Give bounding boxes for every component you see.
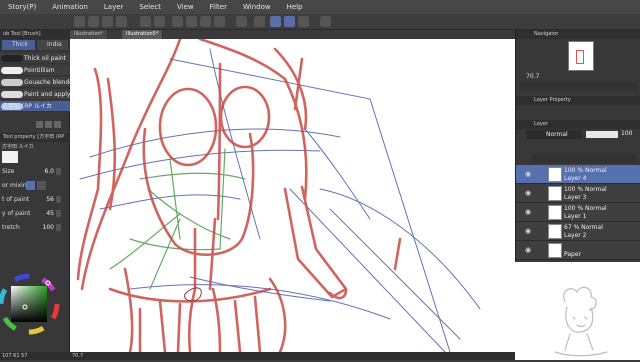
prop-amount-of-paint[interactable]: t of paint 56 (0, 194, 70, 205)
transform-icon[interactable] (186, 16, 197, 27)
brush-item-selected[interactable]: 方宇田 (RP ルイカ (0, 101, 70, 112)
menu-view[interactable]: View (169, 3, 202, 11)
command-bar (0, 14, 640, 30)
tool-property-subtitle: 方宇田 ルイカ (2, 144, 34, 150)
navigator-thumbnail[interactable] (568, 41, 594, 71)
menu-help[interactable]: Help (279, 3, 311, 11)
brush-preview (2, 151, 18, 163)
right-panel: Navigator 70.7 Layer Property Layer Norm… (515, 30, 640, 262)
ruler-icon[interactable] (254, 16, 265, 27)
stepper-icon[interactable] (56, 210, 61, 217)
avatar-doodle (554, 286, 608, 357)
eye-icon[interactable]: ◉ (525, 246, 532, 254)
copy-brush-icon[interactable] (45, 121, 52, 128)
gear-icon[interactable] (172, 16, 183, 27)
snap-special-icon[interactable] (284, 16, 295, 27)
brush-item[interactable]: Paint and apply (0, 89, 70, 100)
stepper-icon[interactable] (56, 224, 61, 231)
save-icon[interactable] (102, 16, 113, 27)
export-icon[interactable] (116, 16, 127, 27)
opacity-slider[interactable] (586, 131, 618, 138)
stepper-icon[interactable] (56, 196, 61, 203)
brush-actions (36, 120, 68, 129)
brush-stroke-preview (1, 55, 23, 62)
brush-stroke-preview (1, 79, 23, 86)
layer-row[interactable]: ◉ 100 % Normal Layer 3 (516, 184, 640, 203)
mix-mode-icon[interactable] (37, 181, 46, 190)
menu-animation[interactable]: Animation (44, 3, 96, 11)
brush-stroke-preview (1, 67, 23, 74)
blend-mode-select[interactable]: Normal (526, 130, 582, 139)
layer-thumbnail (548, 224, 562, 239)
snap-ruler-icon[interactable] (270, 16, 281, 27)
brush-item[interactable]: Thick oil paint (0, 53, 70, 64)
layer-header: Layer (516, 120, 640, 129)
menu-select[interactable]: Select (131, 3, 169, 11)
layer-thumbnail (548, 186, 562, 201)
prop-color-mixing[interactable]: or mixing (0, 180, 70, 191)
crop-icon[interactable] (214, 16, 225, 27)
brush-stroke-preview (1, 91, 23, 98)
corner-doodle (515, 262, 640, 360)
menu-story[interactable]: Story(P) (0, 3, 44, 11)
color-wheel[interactable] (0, 238, 70, 348)
navigator-view-box[interactable] (576, 50, 584, 64)
new-file-icon[interactable] (74, 16, 85, 27)
eye-icon[interactable]: ◉ (525, 189, 532, 197)
navigator-header: Navigator (516, 30, 640, 39)
prop-color-stretch[interactable]: tretch 100 (0, 222, 70, 233)
tab-thick[interactable]: Thick (2, 40, 35, 50)
snap-grid-icon[interactable] (298, 16, 309, 27)
layer-row[interactable]: ◉ 100 % Normal Layer 1 (516, 203, 640, 222)
eye-icon[interactable]: ◉ (525, 208, 532, 216)
brush-item[interactable]: Gouache blender (0, 77, 70, 88)
open-file-icon[interactable] (88, 16, 99, 27)
layer-row[interactable]: ◉ 67 % Normal Layer 2 (516, 222, 640, 241)
prop-size[interactable]: Size 6.0 (0, 166, 70, 177)
opacity-value[interactable]: 100 (621, 130, 632, 137)
subtool-header: ub Tool [Brush] (0, 30, 70, 39)
menu-window[interactable]: Window (235, 3, 279, 11)
layer-thumbnail (548, 243, 562, 258)
tab-india[interactable]: India (37, 40, 68, 50)
brush-group-tabs: Thick India (0, 39, 70, 51)
undo-icon[interactable] (140, 16, 151, 27)
layer-property-header: Layer Property (516, 96, 640, 105)
drawing-canvas[interactable] (70, 39, 515, 352)
fill-icon[interactable] (200, 16, 211, 27)
stepper-icon[interactable] (56, 168, 61, 175)
menu-layer[interactable]: Layer (96, 3, 132, 11)
eye-icon[interactable]: ◉ (525, 227, 532, 235)
navigator-toolbar (520, 82, 637, 91)
document-tabs: Illustration* Illustration5* (70, 30, 515, 39)
brush-item[interactable]: Pointillism (0, 65, 70, 76)
left-panel: ub Tool [Brush] Thick India Thick oil pa… (0, 30, 70, 360)
sketch-artwork (76, 39, 481, 352)
tool-property-header: Tool property [方宇田 (RP (0, 133, 70, 142)
color-readout: 107 61 57 (2, 353, 28, 359)
prop-density-of-paint[interactable]: y of paint 45 (0, 208, 70, 219)
pen-icon[interactable] (320, 16, 331, 27)
grid-icon[interactable] (236, 16, 247, 27)
status-bar: 107 61 57 70.7 (0, 352, 515, 360)
eye-icon[interactable]: ◉ (525, 170, 532, 178)
mix-mode-icon[interactable] (26, 181, 35, 190)
layer-thumbnail (548, 167, 562, 182)
menu-bar: Story(P) Animation Layer Select View Fil… (0, 0, 640, 14)
redo-icon[interactable] (154, 16, 165, 27)
color-wheel-panel[interactable] (0, 238, 70, 348)
menu-filter[interactable]: Filter (202, 3, 235, 11)
add-brush-icon[interactable] (36, 121, 43, 128)
layer-row-paper[interactable]: ◉ Paper (516, 241, 640, 260)
navigator-zoom[interactable]: 70.7 (526, 73, 539, 80)
layer-thumbnail (548, 205, 562, 220)
tab-illustration5[interactable]: Illustration5* (122, 30, 164, 39)
layer-row[interactable]: ◉ 100 % Normal Layer 4 (516, 165, 640, 184)
zoom-readout[interactable]: 70.7 (72, 352, 83, 360)
layer-tool-row (532, 153, 636, 163)
delete-brush-icon[interactable] (54, 121, 61, 128)
tab-illustration[interactable]: Illustration* (70, 30, 109, 39)
